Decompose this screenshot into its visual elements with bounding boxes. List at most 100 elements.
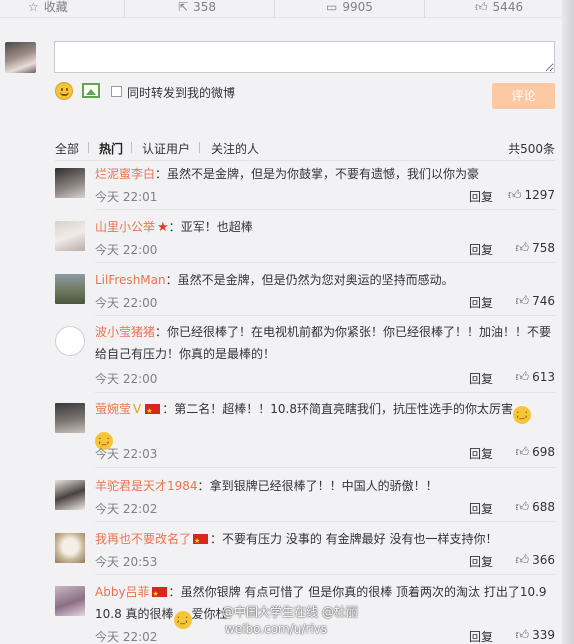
reply-button[interactable]: 回复	[469, 370, 493, 387]
image-icon[interactable]	[82, 83, 100, 98]
avatar[interactable]	[55, 221, 85, 251]
watermark-url: weibo.com/u/rivs	[225, 622, 328, 636]
comment-filters: 全部 热门 认证用户 关注的人 共500条	[55, 140, 555, 156]
thumbs-up-icon: 👍︎	[515, 241, 530, 256]
thumbs-up-icon: 👍︎	[515, 294, 530, 309]
avatar[interactable]	[55, 533, 85, 563]
username[interactable]: LilFreshMan	[95, 273, 166, 287]
divider	[274, 0, 275, 18]
like-button[interactable]: 👍︎ 339	[516, 628, 556, 643]
like-button[interactable]: 👍︎ 5446	[475, 0, 523, 18]
comment-text: 烂泥蜜李白：虽然不是金牌，但是为你鼓掌，不要有遗憾，我们以你为豪	[95, 167, 480, 181]
comment-text: 山里小公举 ★：亚军！也超棒	[95, 220, 253, 235]
filter-following[interactable]: 关注的人	[211, 140, 259, 157]
comment-text: 羊驼君是天才1984：拿到银牌已经很棒了！！中国人的骄傲！！	[95, 479, 438, 493]
filter-hot[interactable]: 热门	[99, 140, 123, 157]
timestamp: 今天 20:53	[95, 555, 158, 569]
comment-meta: 今天 22:00 回复 👍︎ 613	[95, 370, 555, 388]
watermark: @中国大学生在线 @杜丽	[222, 605, 358, 619]
divider	[95, 574, 555, 575]
china-flag-icon	[145, 400, 161, 422]
filter-verified[interactable]: 认证用户	[142, 140, 190, 157]
submit-comment-button[interactable]: 评论	[492, 83, 555, 109]
divider	[95, 262, 555, 263]
divider	[424, 0, 425, 18]
like-button[interactable]: 👍︎ 613	[516, 370, 556, 385]
repost-checkbox[interactable]	[111, 86, 122, 97]
comment-total: 共500条	[508, 142, 555, 156]
emoji-icon[interactable]	[55, 82, 73, 100]
reply-button[interactable]: 回复	[469, 188, 493, 205]
thumbs-up-icon: 👍︎	[515, 553, 530, 568]
like-button[interactable]: 👍︎ 688	[516, 500, 556, 515]
timestamp: 今天 22:00	[95, 296, 158, 310]
like-button[interactable]: 👍︎ 758	[516, 241, 556, 256]
like-button[interactable]: 👍︎ 366	[516, 553, 556, 568]
page-edge	[562, 0, 574, 644]
thumbs-up-icon: 👍︎	[515, 628, 530, 643]
avatar[interactable]	[55, 274, 85, 304]
username[interactable]: 波小莹猪猪	[95, 325, 155, 339]
username[interactable]: 我再也不要改名了	[95, 532, 191, 546]
timestamp: 今天 22:02	[95, 630, 158, 644]
comment-icon: ▭	[326, 0, 338, 14]
comment-text: 萤婉莹V：第二名！超棒！！10.8环简直亮瞎我们，抗压性选手的你太厉害;_;;_…	[95, 398, 555, 450]
timestamp: 今天 22:00	[95, 243, 158, 257]
comment-text: 我再也不要改名了：不要有压力 没事的 有金牌最好 没有也一样支持你！	[95, 528, 555, 552]
thumbs-up-icon: 👍︎	[515, 500, 530, 515]
timestamp: 今天 22:00	[95, 372, 158, 386]
filter-all[interactable]: 全部	[55, 140, 79, 157]
my-avatar[interactable]	[5, 42, 36, 73]
reply-button[interactable]: 回复	[469, 294, 493, 311]
timestamp: 今天 22:02	[95, 502, 158, 516]
favorite-button[interactable]: ☆ 收藏	[28, 0, 68, 18]
reply-button[interactable]: 回复	[469, 553, 493, 570]
reply-button[interactable]: 回复	[469, 628, 493, 644]
china-flag-icon	[193, 530, 209, 552]
timestamp: 今天 22:01	[95, 190, 158, 204]
like-button[interactable]: 👍︎ 698	[516, 445, 556, 460]
crying-emoji-icon: ;_;	[173, 611, 192, 629]
comment-meta: 今天 22:01 回复 👍︎ 1297	[95, 188, 555, 206]
reply-button[interactable]: 回复	[469, 445, 493, 462]
avatar[interactable]	[55, 403, 85, 433]
comment-meta: 今天 22:00 回复 👍︎ 746	[95, 294, 555, 312]
thumbs-up-icon: 👍︎	[475, 0, 488, 14]
divider	[95, 521, 555, 522]
reply-button[interactable]: 回复	[469, 500, 493, 517]
comment-text: LilFreshMan：虽然不是金牌，但是仍然为您对奥运的坚持而感动。	[95, 273, 454, 287]
avatar[interactable]	[55, 326, 85, 356]
status-toolbar: ☆ 收藏 ⇱ 358 ▭ 9905 👍︎ 5446	[0, 0, 574, 18]
divider	[88, 142, 89, 153]
comment-button[interactable]: ▭ 9905	[326, 0, 373, 18]
divider	[55, 160, 555, 161]
divider	[95, 209, 555, 210]
like-button[interactable]: 👍︎ 1297	[508, 188, 555, 203]
thumbs-up-icon: 👍︎	[515, 445, 530, 460]
reply-button[interactable]: 回复	[469, 241, 493, 258]
repost-button[interactable]: ⇱ 358	[178, 0, 216, 18]
avatar[interactable]	[55, 168, 85, 198]
divider	[199, 142, 200, 153]
comment-text: 波小莹猪猪：你已经很棒了！在电视机前都为你紧张！你已经很棒了！！加油！！不要给自…	[95, 325, 552, 361]
username[interactable]: 萤婉莹	[95, 402, 131, 416]
username[interactable]: 烂泥蜜李白	[95, 167, 155, 181]
thumbs-up-icon: 👍︎	[515, 370, 530, 385]
thumbs-up-icon: 👍︎	[507, 188, 522, 203]
like-button[interactable]: 👍︎ 746	[516, 294, 556, 309]
vip-icon: V	[133, 402, 142, 416]
comment-meta: 今天 22:03 回复 👍︎ 698	[95, 445, 555, 463]
timestamp: 今天 22:03	[95, 447, 158, 461]
china-flag-icon	[151, 583, 167, 605]
comment-meta: 今天 20:53 回复 👍︎ 366	[95, 553, 555, 571]
divider	[95, 467, 555, 468]
username[interactable]: 山里小公举	[95, 220, 155, 234]
comment-input[interactable]	[54, 41, 555, 73]
crying-emoji-icon: ;_;	[512, 406, 531, 424]
comment-meta: 今天 22:00 回复 👍︎ 758	[95, 241, 555, 259]
divider	[95, 392, 555, 393]
avatar[interactable]	[55, 586, 85, 616]
username[interactable]: 羊驼君是天才1984	[95, 479, 198, 493]
avatar[interactable]	[55, 480, 85, 510]
username[interactable]: Abby吕菲	[95, 585, 150, 599]
